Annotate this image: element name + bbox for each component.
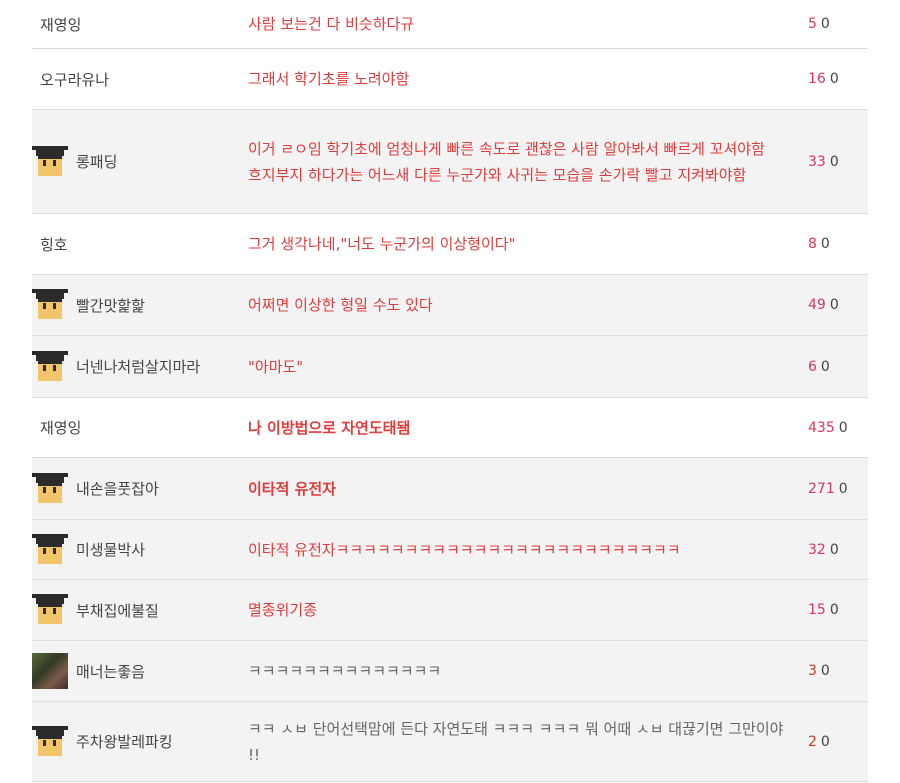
dislike-count[interactable]: 0 <box>839 420 848 436</box>
comment-user[interactable]: 오구라유나 <box>32 69 248 90</box>
comment-text: 멸종위기종 <box>248 601 318 619</box>
comment-user[interactable]: 재영잉 <box>32 417 248 438</box>
comment-votes: 33 0 <box>808 154 868 170</box>
comment-text: 사람 보는건 다 비슷하다규 <box>248 15 415 33</box>
username[interactable]: 내손을풋잡아 <box>76 478 159 499</box>
like-count[interactable]: 8 <box>808 236 817 252</box>
comment-text: 나 이방법으로 자연도태됌 <box>248 418 411 437</box>
comment-votes: 49 0 <box>808 297 868 313</box>
avatar[interactable] <box>32 653 68 689</box>
comment-row: 매너는좋음 ㅋㅋㅋㅋㅋㅋㅋㅋㅋㅋㅋㅋㅋㅋ 30 <box>32 641 868 702</box>
comment-user[interactable]: 빨간맛핥핥 <box>32 287 248 323</box>
comment-user[interactable]: 내손을풋잡아 <box>32 471 248 507</box>
comment-row: 재영잉 나 이방법으로 자연도태됌 435 0 <box>32 398 868 458</box>
comment-row: 재영잉 사람 보는건 다 비슷하다규 50 <box>32 0 868 49</box>
like-count[interactable]: 271 <box>808 481 835 497</box>
username[interactable]: 너넨나처럼살지마라 <box>76 356 200 377</box>
comment-votes: 271 0 <box>808 481 868 497</box>
avatar[interactable] <box>32 287 68 323</box>
comment-user[interactable]: 재영잉 <box>32 14 248 35</box>
comment-votes: 16 0 <box>808 71 868 87</box>
comment-row: 빨간맛핥핥 어쩌면 이상한 형일 수도 있다 49 0 <box>32 275 868 336</box>
dislike-count[interactable]: 0 <box>830 602 839 618</box>
comment-text: "아마도" <box>248 357 304 376</box>
dislike-count[interactable]: 0 <box>830 297 839 313</box>
like-count[interactable]: 3 <box>808 663 817 679</box>
like-count[interactable]: 16 <box>808 71 826 87</box>
comment-text: 그래서 학기초를 노려야함 <box>248 70 410 88</box>
username[interactable]: 미생물박사 <box>76 539 145 560</box>
comment-user[interactable]: 롱패딩 <box>32 144 248 180</box>
username[interactable]: 오구라유나 <box>40 69 109 90</box>
like-count[interactable]: 15 <box>808 602 826 618</box>
comment-text: ㅋㅋㅋㅋㅋㅋㅋㅋㅋㅋㅋㅋㅋㅋ <box>248 662 442 680</box>
username[interactable]: 부채집에불질 <box>76 600 159 621</box>
like-count[interactable]: 32 <box>808 542 826 558</box>
username[interactable]: 주차왕발레파킹 <box>76 731 173 752</box>
like-count[interactable]: 49 <box>808 297 826 313</box>
comment-text: 이거 ㄹㅇ임 학기초에 엄청나게 빠른 속도로 괜찮은 사람 알아봐서 빠르게 … <box>248 139 765 184</box>
comment-votes: 30 <box>808 663 868 679</box>
username[interactable]: 롱패딩 <box>76 151 117 172</box>
like-count[interactable]: 2 <box>808 734 817 750</box>
comment-user[interactable]: 매너는좋음 <box>32 653 248 689</box>
username[interactable]: 힝호 <box>40 234 68 255</box>
like-count[interactable]: 33 <box>808 154 826 170</box>
like-count[interactable]: 6 <box>808 359 817 375</box>
dislike-count[interactable]: 0 <box>830 542 839 558</box>
dislike-count[interactable]: 0 <box>821 16 830 32</box>
avatar[interactable] <box>32 592 68 628</box>
avatar[interactable] <box>32 349 68 385</box>
comment-votes: 80 <box>808 236 868 252</box>
comment-text: 어쩌면 이상한 형일 수도 있다 <box>248 296 433 314</box>
dislike-count[interactable]: 0 <box>839 481 848 497</box>
username[interactable]: 재영잉 <box>40 417 81 438</box>
comment-row: 너넨나처럼살지마라 "아마도" 60 <box>32 336 868 398</box>
avatar[interactable] <box>32 724 68 760</box>
dislike-count[interactable]: 0 <box>821 359 830 375</box>
username[interactable]: 매너는좋음 <box>76 661 145 682</box>
comment-list: 재영잉 사람 보는건 다 비슷하다규 50 오구라유나 그래서 학기초를 노려야… <box>32 0 868 782</box>
dislike-count[interactable]: 0 <box>821 734 830 750</box>
comment-row: 미생물박사 이타적 유전자ㅋㅋㅋㅋㅋㅋㅋㅋㅋㅋㅋㅋㅋㅋㅋㅋㅋㅋㅋㅋㅋㅋㅋㅋㅋ 3… <box>32 520 868 580</box>
like-count[interactable]: 5 <box>808 16 817 32</box>
dislike-count[interactable]: 0 <box>821 236 830 252</box>
comment-text: 이타적 유전자ㅋㅋㅋㅋㅋㅋㅋㅋㅋㅋㅋㅋㅋㅋㅋㅋㅋㅋㅋㅋㅋㅋㅋㅋㅋ <box>248 540 681 559</box>
comment-row: 힝호 그거 생각나네,"너도 누군가의 이상형이다" 80 <box>32 214 868 275</box>
comment-text: ㅋㅋ ㅅㅂ 단어선택맘에 든다 자연도태 ㅋㅋㅋ ㅋㅋㅋ 뭐 어때 ㅅㅂ 대끊기… <box>248 719 784 764</box>
comment-row: 내손을풋잡아 이타적 유전자 271 0 <box>32 458 868 520</box>
comment-row: 롱패딩 이거 ㄹㅇ임 학기초에 엄청나게 빠른 속도로 괜찮은 사람 알아봐서 … <box>32 110 868 214</box>
comment-votes: 32 0 <box>808 542 868 558</box>
comment-user[interactable]: 너넨나처럼살지마라 <box>32 349 248 385</box>
comment-votes: 435 0 <box>808 420 868 436</box>
comment-row: 오구라유나 그래서 학기초를 노려야함 16 0 <box>32 49 868 110</box>
like-count[interactable]: 435 <box>808 420 835 436</box>
comment-user[interactable]: 미생물박사 <box>32 532 248 568</box>
dislike-count[interactable]: 0 <box>830 71 839 87</box>
comment-user[interactable]: 힝호 <box>32 234 248 255</box>
comment-row: 주차왕발레파킹 ㅋㅋ ㅅㅂ 단어선택맘에 든다 자연도태 ㅋㅋㅋ ㅋㅋㅋ 뭐 어… <box>32 702 868 782</box>
comment-votes: 20 <box>808 734 868 750</box>
username[interactable]: 재영잉 <box>40 14 81 35</box>
comment-user[interactable]: 주차왕발레파킹 <box>32 724 248 760</box>
comment-votes: 50 <box>808 16 868 32</box>
avatar[interactable] <box>32 471 68 507</box>
dislike-count[interactable]: 0 <box>821 663 830 679</box>
comment-votes: 15 0 <box>808 602 868 618</box>
avatar[interactable] <box>32 144 68 180</box>
comment-votes: 60 <box>808 359 868 375</box>
avatar[interactable] <box>32 532 68 568</box>
comment-user[interactable]: 부채집에불질 <box>32 592 248 628</box>
comment-row: 부채집에불질 멸종위기종 15 0 <box>32 580 868 641</box>
comment-text: 이타적 유전자 <box>248 479 337 498</box>
comment-text: 그거 생각나네,"너도 누군가의 이상형이다" <box>248 235 516 253</box>
dislike-count[interactable]: 0 <box>830 154 839 170</box>
username[interactable]: 빨간맛핥핥 <box>76 295 145 316</box>
